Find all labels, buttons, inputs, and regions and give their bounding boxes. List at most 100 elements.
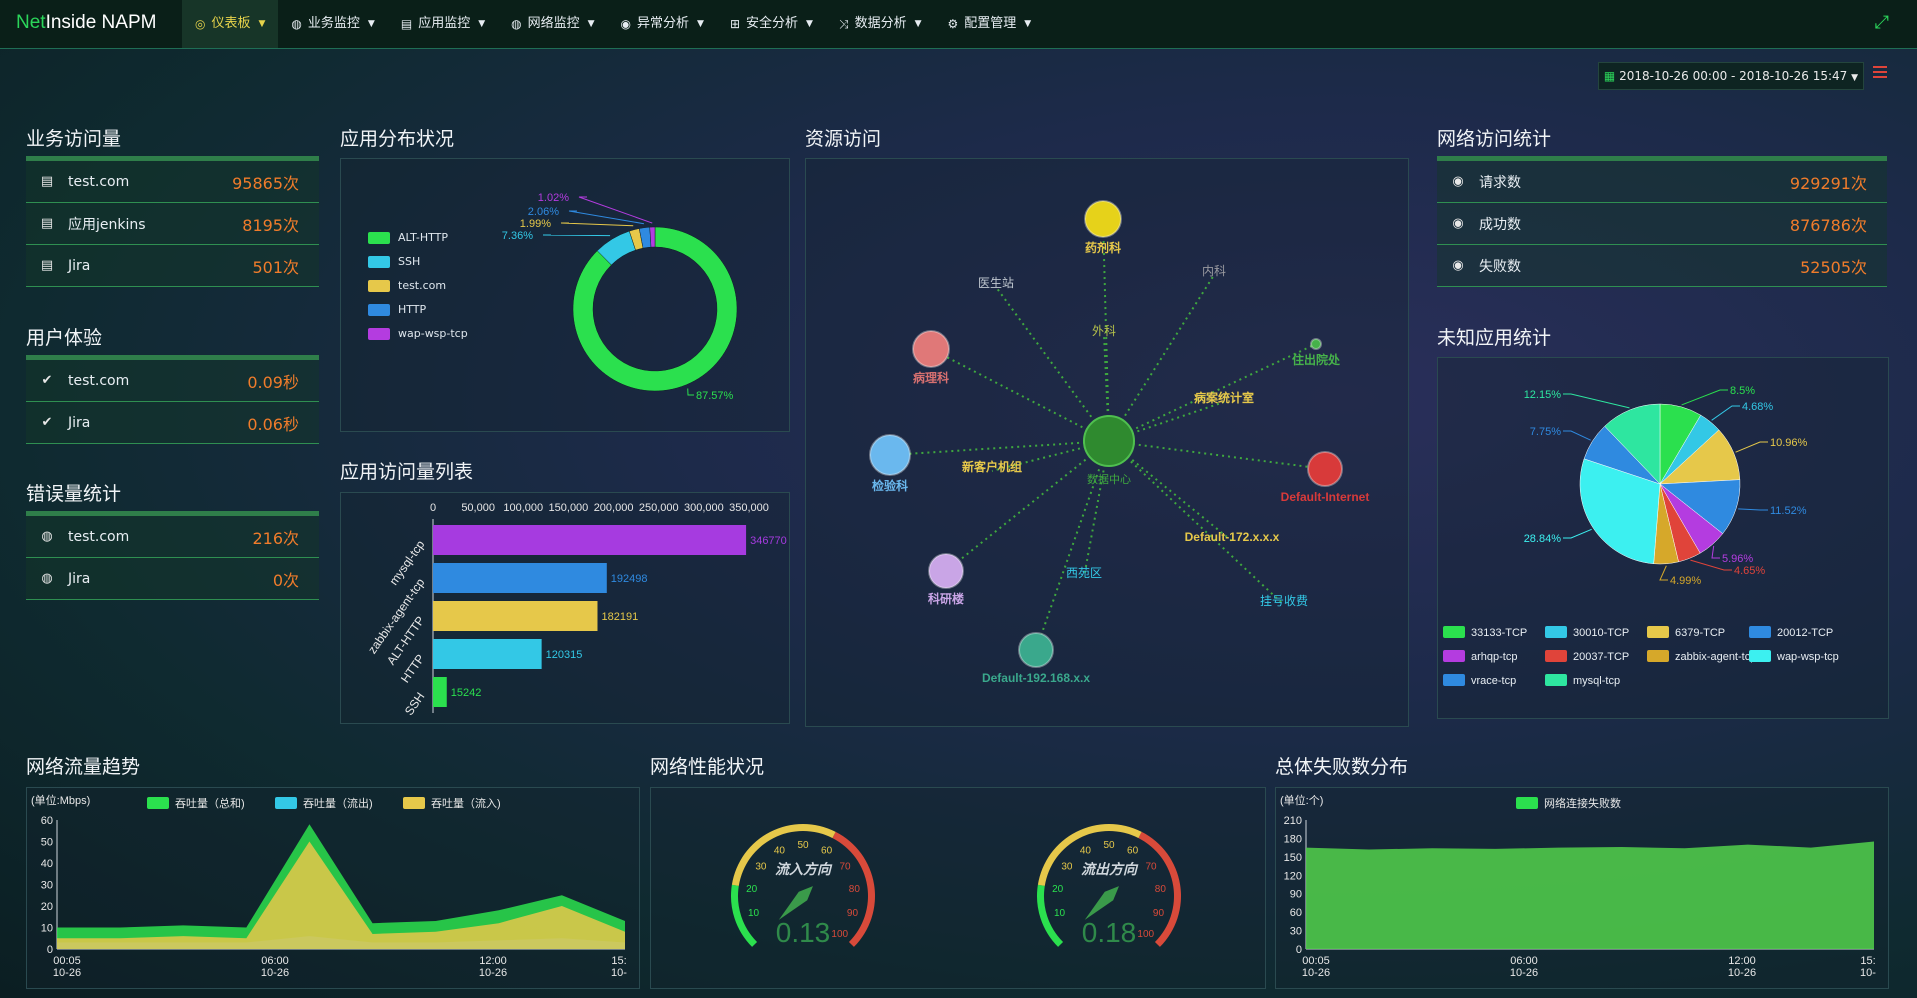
y-tick-label: 60 [41, 815, 53, 827]
business-list: ▤ test.com 95865次 ▤ 应用jenkins 8195次 ▤ Jira 501… [26, 156, 319, 287]
list-item[interactable]: ✔ Jira 0.06秒 [26, 402, 319, 444]
nav-label: 配置管理 [964, 16, 1017, 31]
bar-value-label: 120315 [546, 649, 583, 661]
legend-swatch [1749, 626, 1771, 638]
eye-icon: ◉ [620, 17, 632, 31]
legend-label: 30010-TCP [1573, 627, 1629, 639]
y-tick-label: 40 [41, 858, 53, 870]
y-tick-label: 30 [41, 880, 53, 892]
globe-icon: ◍ [41, 571, 53, 586]
fail-panel: (单位:个) 网络连接失败数 210 180 150 120 90 60 30 0 00:05 10-… [1275, 787, 1889, 989]
dashboard-icon: ◎ [195, 17, 206, 31]
pie-value-label: 12.15% [1524, 389, 1562, 401]
nav-anomaly-analysis[interactable]: ◉ 异常分析 ▼ [608, 0, 717, 48]
graph-node-label: 外科 [1092, 324, 1116, 338]
x-tick-label: 10-26 [1728, 967, 1756, 979]
graph-node-label: 医生站 [978, 276, 1014, 290]
x-tick-label: 15: [1860, 955, 1875, 967]
menu-icon[interactable] [1873, 66, 1887, 80]
y-tick-label: 0 [47, 944, 53, 956]
bar-category-label: SSH [402, 690, 428, 718]
pie-label-line [1711, 545, 1720, 559]
item-label: Jira [68, 257, 91, 274]
y-tick-label: 180 [1284, 833, 1302, 845]
list-item[interactable]: ▤ Jira 501次 [26, 245, 319, 287]
gauge-tick-label: 50 [1103, 840, 1115, 851]
gauge-tick-label: 20 [1052, 884, 1064, 895]
list-item[interactable]: ◍ Jira 0次 [26, 558, 319, 600]
graph-edge [930, 348, 1110, 442]
donut-slice [572, 226, 738, 392]
y-tick-label: 30 [1290, 926, 1302, 938]
graph-node-label: 新客户机组 [962, 459, 1022, 474]
nav-config-management[interactable]: ⚙ 配置管理 ▼ [935, 0, 1045, 48]
graph-node-label: 住出院处 [1292, 352, 1341, 367]
plus-square-icon: ⊞ [729, 17, 741, 31]
unknown-app-pie-chart: 8.5% 4.68% 10.96% 11.52% 5.96%4.65% 4.99% 28.8… [1443, 385, 1839, 687]
perf-gauges: 10 20 30 40 50 60 70 80 90 100 流入方向 0.13 10 20 30 40 50 6… [731, 824, 1181, 948]
list-item[interactable]: ✔ test.com 0.09秒 [26, 360, 319, 402]
nav-data-analysis[interactable]: ⤨ 数据分析 ▼ [826, 0, 935, 48]
item-value: 876786次 [1789, 215, 1867, 235]
list-item[interactable]: ▤ test.com 95865次 [26, 161, 319, 203]
list-item[interactable]: ▤ 应用jenkins 8195次 [26, 203, 319, 245]
x-tick-label: 06:00 [261, 955, 289, 967]
graph-node [1084, 200, 1122, 238]
item-label: 成功数 [1479, 216, 1521, 233]
list-item[interactable]: ◉ 失败数 52505次 [1437, 245, 1887, 287]
donut-label-line [542, 234, 611, 237]
date-range-picker[interactable]: ▦ 2018-10-26 00:00 - 2018-10-26 15:47 ▼ [1598, 62, 1864, 90]
nav-app-monitor[interactable]: ▤ 应用监控 ▼ [388, 0, 498, 48]
pie-label-line [1735, 441, 1768, 453]
graph-edge [1108, 274, 1215, 442]
item-value: 216次 [252, 528, 299, 548]
gauge-value: 0.13 [776, 917, 831, 948]
main-nav: ◎ 仪表板 ▼ ◍ 业务监控 ▼ ▤ 应用监控 ▼ ◍ 网络监控 ▼ ◉ 异常分析 ▼ ⊞ 安全分析 ▼… [182, 0, 1044, 48]
legend-swatch [275, 797, 297, 809]
nav-label: 业务监控 [307, 16, 360, 31]
app-dist-panel: ALT-HTTP SSH test.com HTTP wap-wsp-tcp 8… [340, 158, 790, 432]
business-title: 业务访问量 [26, 129, 122, 150]
graph-node-label: 挂号收费 [1260, 594, 1308, 608]
item-label: Jira [68, 414, 91, 431]
fullscreen-icon[interactable]: ⤢ [1875, 12, 1889, 33]
y-tick-label: 120 [1284, 870, 1302, 882]
caret-down-icon: ▼ [587, 19, 595, 29]
legend-label: 33133-TCP [1471, 627, 1527, 639]
item-value: 8195次 [242, 215, 299, 235]
nav-network-monitor[interactable]: ◍ 网络监控 ▼ [498, 0, 607, 48]
graph-node-label: 检验科 [872, 478, 908, 493]
caret-down-icon: ▼ [367, 19, 375, 29]
pie-value-label: 5.96% [1722, 553, 1753, 565]
y-tick-label: 90 [1290, 889, 1302, 901]
x-tick-label: 00:05 [1302, 955, 1330, 967]
check-circle-icon: ✔ [41, 373, 53, 388]
traffic-panel: (单位:Mbps) 吞吐量（总和) 吞吐量（流出) 吞吐量（流入) 60 50 40 30 20… [26, 787, 640, 989]
item-value: 0次 [272, 570, 299, 590]
bar-tick-label: 300,000 [684, 502, 724, 514]
nav-security-analysis[interactable]: ⊞ 安全分析 ▼ [717, 0, 826, 48]
graph-node [869, 434, 911, 476]
donut-value-label: 1.99% [520, 218, 551, 230]
gauge-tick-label: 100 [1137, 929, 1154, 940]
list-item[interactable]: ◍ test.com 216次 [26, 516, 319, 558]
perf-panel: 10 20 30 40 50 60 70 80 90 100 流入方向 0.13 10 20 30 40 50 6… [650, 787, 1266, 989]
item-value: 95865次 [232, 173, 299, 193]
graph-node-label: 内科 [1202, 264, 1226, 278]
bar-tick-label: 100,000 [503, 502, 543, 514]
gauge-tick-label: 30 [755, 861, 767, 872]
legend-label: 吞吐量（总和) [175, 796, 245, 810]
target-icon: ◉ [1452, 216, 1464, 231]
graph-center-node [1083, 415, 1135, 467]
legend-label: vrace-tcp [1471, 675, 1516, 687]
nav-dashboard[interactable]: ◎ 仪表板 ▼ [182, 0, 279, 48]
nav-business-monitor[interactable]: ◍ 业务监控 ▼ [278, 0, 387, 48]
legend-swatch [1545, 674, 1567, 686]
brand-logo[interactable]: NetInside NAPM [16, 12, 156, 34]
item-value: 501次 [252, 257, 299, 277]
list-item[interactable]: ◉ 请求数 929291次 [1437, 161, 1887, 203]
bar [433, 563, 607, 593]
item-label: test.com [68, 173, 130, 190]
list-item[interactable]: ◉ 成功数 876786次 [1437, 203, 1887, 245]
donut-value-label: 87.57% [696, 390, 734, 402]
